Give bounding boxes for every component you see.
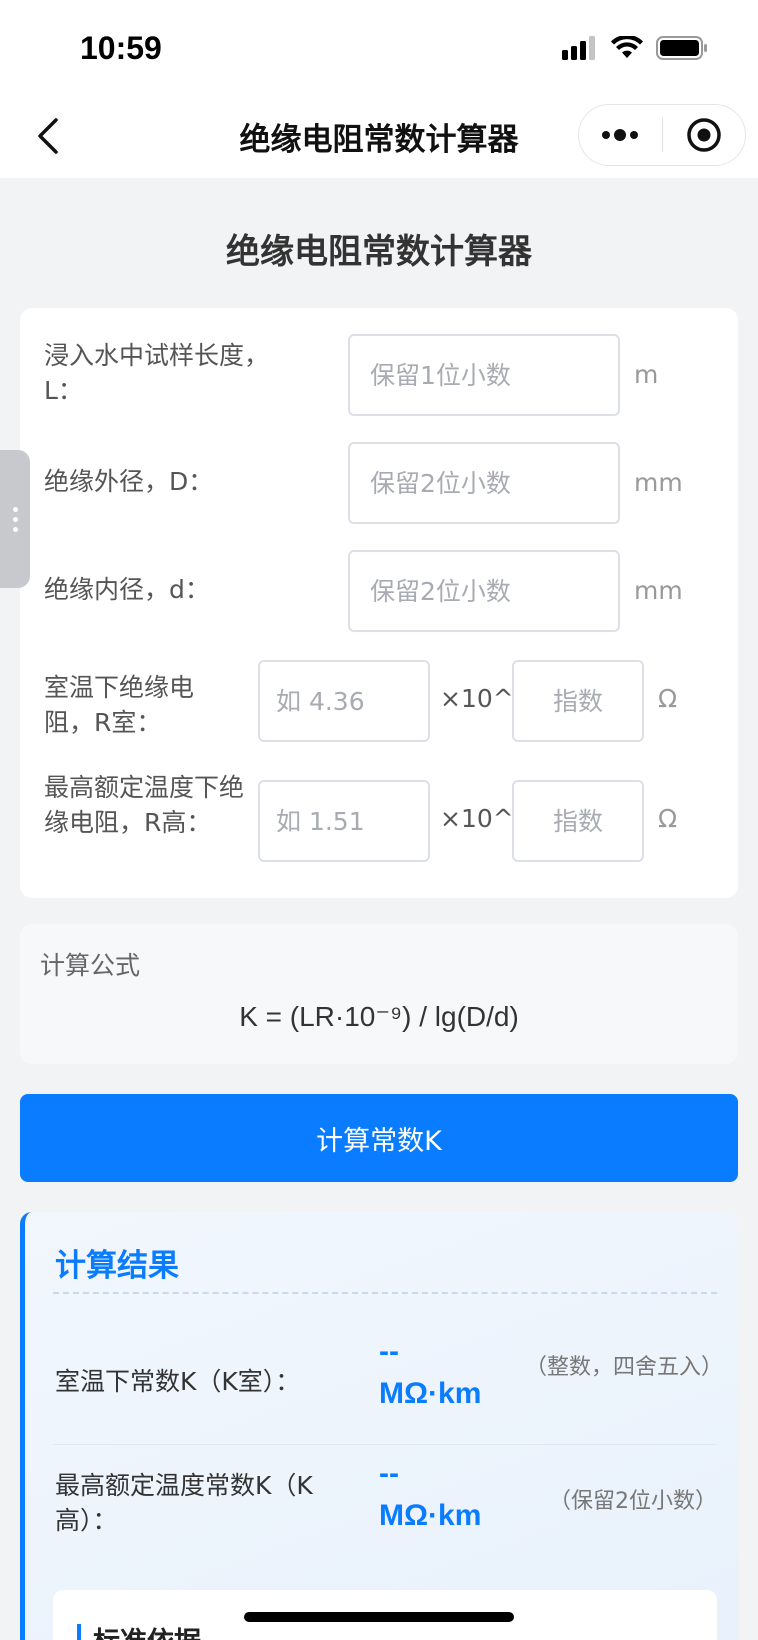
k-high-unit: MΩ·km (379, 1499, 482, 1532)
r-high-unit: Ω (658, 804, 678, 833)
r-high-exponent-input[interactable] (512, 780, 644, 862)
length-label: 浸入水中试样长度，L： (44, 341, 270, 405)
k-room-label: 室温下常数K（K室）： (55, 1367, 301, 1396)
result-row-divider (53, 1444, 717, 1445)
r-room-times-ten: ×10^ (440, 684, 514, 713)
status-bar: 10:59 (0, 0, 758, 96)
status-icons (562, 36, 708, 60)
length-unit: m (634, 360, 659, 389)
target-circle-icon (687, 118, 721, 152)
cellular-signal-icon (562, 36, 595, 60)
inner-diameter-input[interactable] (348, 550, 620, 632)
r-high-label: 最高额定温度下绝缘电阻，R高： (44, 773, 245, 837)
inner-diameter-label: 绝缘内径，d： (44, 575, 210, 604)
k-room-value: -- (379, 1335, 399, 1368)
standard-title: 标准依据 (93, 1620, 201, 1640)
k-high-label: 最高额定温度常数K（K高）： (55, 1471, 313, 1535)
handle-dot (12, 506, 18, 512)
wifi-icon (611, 36, 643, 58)
r-high-times-ten: ×10^ (440, 804, 514, 833)
nav-bar: 绝缘电阻常数计算器 (0, 96, 758, 178)
standard-accent-bar (77, 1624, 81, 1640)
more-button[interactable] (579, 105, 662, 165)
handle-dot (12, 516, 18, 522)
result-divider (53, 1292, 717, 1294)
battery-icon (656, 36, 707, 60)
page-title: 绝缘电阻常数计算器 (226, 232, 532, 272)
r-room-mantissa-input[interactable] (258, 660, 430, 742)
inner-diameter-unit: mm (634, 576, 683, 605)
formula-label: 计算公式 (40, 951, 141, 980)
formula-card: 计算公式 K = (LR·10⁻⁹) / lg(D/d) (20, 924, 738, 1064)
result-title: 计算结果 (55, 1248, 179, 1284)
k-room-unit: MΩ·km (379, 1377, 482, 1410)
k-high-note: （保留2位小数） (549, 1489, 717, 1514)
outer-diameter-unit: mm (634, 468, 683, 497)
outer-diameter-label: 绝缘外径，D： (44, 467, 214, 496)
close-program-button[interactable] (663, 105, 746, 165)
input-form-card: 浸入水中试样长度，L： m 绝缘外径，D： mm 绝缘内径，d： mm 室温下绝… (20, 308, 738, 898)
k-room-note: （整数，四舍五入） (525, 1355, 724, 1380)
r-high-mantissa-input[interactable] (258, 780, 430, 862)
more-dots-icon (602, 129, 639, 141)
length-input[interactable] (348, 334, 620, 416)
home-indicator (244, 1612, 514, 1622)
mini-program-capsule (578, 104, 746, 166)
result-card: 计算结果 室温下常数K（K室）： -- MΩ·km （整数，四舍五入） 最高额定… (20, 1212, 738, 1640)
handle-dot (12, 526, 18, 532)
r-room-unit: Ω (658, 684, 678, 713)
outer-diameter-input[interactable] (348, 442, 620, 524)
r-room-label: 室温下绝缘电阻，R室： (44, 673, 195, 737)
status-time: 10:59 (80, 30, 162, 66)
r-room-exponent-input[interactable] (512, 660, 644, 742)
side-drawer-handle[interactable] (0, 450, 30, 588)
k-high-value: -- (379, 1457, 399, 1490)
formula-text: K = (LR·10⁻⁹) / lg(D/d) (239, 1001, 519, 1032)
calculate-k-button[interactable]: 计算常数K (20, 1094, 738, 1182)
